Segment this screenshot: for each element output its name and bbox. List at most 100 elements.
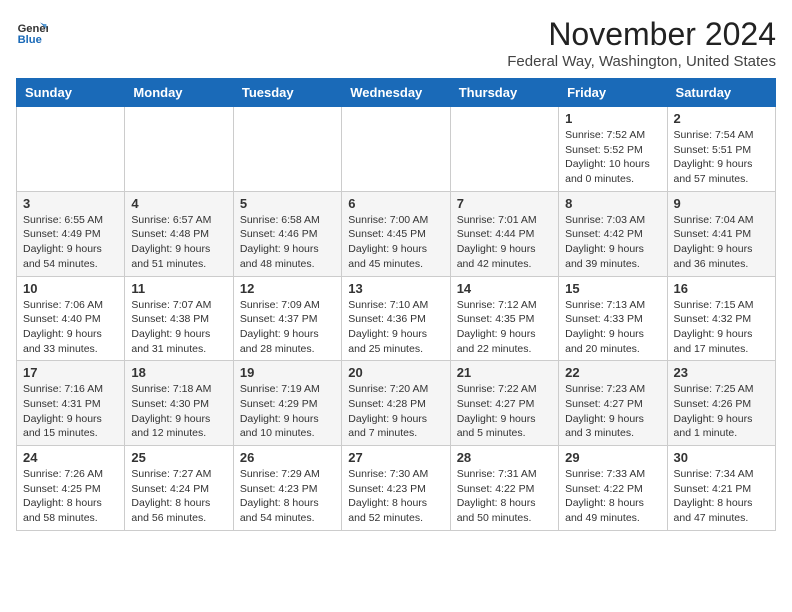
calendar-cell: 12 Sunrise: 7:09 AM Sunset: 4:37 PM Dayli… [233, 276, 341, 361]
calendar-week-row: 10 Sunrise: 7:06 AM Sunset: 4:40 PM Dayli… [17, 276, 776, 361]
day-info: Sunrise: 7:33 AM Sunset: 4:22 PM Dayligh… [565, 467, 660, 526]
day-number: 19 [240, 365, 335, 380]
day-info: Sunrise: 7:03 AM Sunset: 4:42 PM Dayligh… [565, 213, 660, 272]
calendar-cell: 11 Sunrise: 7:07 AM Sunset: 4:38 PM Dayli… [125, 276, 233, 361]
calendar-cell: 28 Sunrise: 7:31 AM Sunset: 4:22 PM Dayli… [450, 446, 558, 531]
calendar-week-row: 3Sunrise: 6:55 AM Sunset: 4:49 PM Daylig… [17, 191, 776, 276]
day-number: 4 [131, 196, 226, 211]
calendar-cell: 14 Sunrise: 7:12 AM Sunset: 4:35 PM Dayli… [450, 276, 558, 361]
weekday-header-row: SundayMondayTuesdayWednesdayThursdayFrid… [17, 79, 776, 107]
weekday-header-monday: Monday [125, 79, 233, 107]
day-number: 29 [565, 450, 660, 465]
day-number: 7 [457, 196, 552, 211]
day-number: 11 [131, 281, 226, 296]
calendar-cell [450, 107, 558, 192]
day-info: Sunrise: 6:58 AM Sunset: 4:46 PM Dayligh… [240, 213, 335, 272]
calendar-cell: 9Sunrise: 7:04 AM Sunset: 4:41 PM Daylig… [667, 191, 775, 276]
day-info: Sunrise: 7:19 AM Sunset: 4:29 PM Dayligh… [240, 382, 335, 441]
logo: General Blue [16, 16, 48, 48]
weekday-header-thursday: Thursday [450, 79, 558, 107]
day-number: 1 [565, 111, 660, 126]
day-number: 15 [565, 281, 660, 296]
calendar-cell: 26Sunrise: 7:29 AM Sunset: 4:23 PM Dayli… [233, 446, 341, 531]
calendar-cell: 23Sunrise: 7:25 AM Sunset: 4:26 PM Dayli… [667, 361, 775, 446]
calendar-cell: 3Sunrise: 6:55 AM Sunset: 4:49 PM Daylig… [17, 191, 125, 276]
title-block: November 2024 Federal Way, Washington, U… [507, 16, 776, 70]
day-info: Sunrise: 7:16 AM Sunset: 4:31 PM Dayligh… [23, 382, 118, 441]
day-info: Sunrise: 7:20 AM Sunset: 4:28 PM Dayligh… [348, 382, 443, 441]
logo-icon: General Blue [16, 16, 48, 48]
calendar-cell: 25Sunrise: 7:27 AM Sunset: 4:24 PM Dayli… [125, 446, 233, 531]
day-number: 16 [674, 281, 769, 296]
day-number: 22 [565, 365, 660, 380]
day-info: Sunrise: 7:18 AM Sunset: 4:30 PM Dayligh… [131, 382, 226, 441]
calendar-cell [17, 107, 125, 192]
day-number: 8 [565, 196, 660, 211]
location-subtitle: Federal Way, Washington, United States [507, 53, 776, 70]
day-info: Sunrise: 7:30 AM Sunset: 4:23 PM Dayligh… [348, 467, 443, 526]
day-info: Sunrise: 7:31 AM Sunset: 4:22 PM Dayligh… [457, 467, 552, 526]
weekday-header-wednesday: Wednesday [342, 79, 450, 107]
day-number: 18 [131, 365, 226, 380]
day-info: Sunrise: 7:07 AM Sunset: 4:38 PM Dayligh… [131, 298, 226, 357]
day-number: 24 [23, 450, 118, 465]
calendar-cell: 22 Sunrise: 7:23 AM Sunset: 4:27 PM Dayli… [559, 361, 667, 446]
calendar-cell: 13 Sunrise: 7:10 AM Sunset: 4:36 PM Dayli… [342, 276, 450, 361]
day-number: 3 [23, 196, 118, 211]
calendar-week-row: 17 Sunrise: 7:16 AM Sunset: 4:31 PM Dayli… [17, 361, 776, 446]
day-info: Sunrise: 7:22 AM Sunset: 4:27 PM Dayligh… [457, 382, 552, 441]
weekday-header-friday: Friday [559, 79, 667, 107]
calendar-cell: 24 Sunrise: 7:26 AM Sunset: 4:25 PM Dayli… [17, 446, 125, 531]
calendar-cell: 15 Sunrise: 7:13 AM Sunset: 4:33 PM Dayli… [559, 276, 667, 361]
day-info: Sunrise: 7:13 AM Sunset: 4:33 PM Dayligh… [565, 298, 660, 357]
page-header: General Blue November 2024 Federal Way, … [16, 16, 776, 70]
month-year-title: November 2024 [507, 16, 776, 53]
day-info: Sunrise: 7:34 AM Sunset: 4:21 PM Dayligh… [674, 467, 769, 526]
calendar-cell [125, 107, 233, 192]
day-number: 28 [457, 450, 552, 465]
weekday-header-tuesday: Tuesday [233, 79, 341, 107]
day-number: 26 [240, 450, 335, 465]
day-info: Sunrise: 7:00 AM Sunset: 4:45 PM Dayligh… [348, 213, 443, 272]
calendar-cell: 8 Sunrise: 7:03 AM Sunset: 4:42 PM Daylig… [559, 191, 667, 276]
day-number: 13 [348, 281, 443, 296]
day-number: 20 [348, 365, 443, 380]
calendar-cell: 5 Sunrise: 6:58 AM Sunset: 4:46 PM Daylig… [233, 191, 341, 276]
day-number: 14 [457, 281, 552, 296]
day-number: 6 [348, 196, 443, 211]
day-info: Sunrise: 6:57 AM Sunset: 4:48 PM Dayligh… [131, 213, 226, 272]
calendar-cell: 19 Sunrise: 7:19 AM Sunset: 4:29 PM Dayli… [233, 361, 341, 446]
day-number: 17 [23, 365, 118, 380]
calendar-cell: 18 Sunrise: 7:18 AM Sunset: 4:30 PM Dayli… [125, 361, 233, 446]
calendar-cell: 16Sunrise: 7:15 AM Sunset: 4:32 PM Dayli… [667, 276, 775, 361]
day-number: 23 [674, 365, 769, 380]
day-number: 5 [240, 196, 335, 211]
calendar-table: SundayMondayTuesdayWednesdayThursdayFrid… [16, 78, 776, 531]
day-number: 10 [23, 281, 118, 296]
day-info: Sunrise: 7:04 AM Sunset: 4:41 PM Dayligh… [674, 213, 769, 272]
day-info: Sunrise: 7:23 AM Sunset: 4:27 PM Dayligh… [565, 382, 660, 441]
day-info: Sunrise: 7:01 AM Sunset: 4:44 PM Dayligh… [457, 213, 552, 272]
calendar-cell: 30 Sunrise: 7:34 AM Sunset: 4:21 PM Dayli… [667, 446, 775, 531]
calendar-cell [342, 107, 450, 192]
day-info: Sunrise: 7:12 AM Sunset: 4:35 PM Dayligh… [457, 298, 552, 357]
calendar-week-row: 24 Sunrise: 7:26 AM Sunset: 4:25 PM Dayli… [17, 446, 776, 531]
day-info: Sunrise: 7:10 AM Sunset: 4:36 PM Dayligh… [348, 298, 443, 357]
day-number: 25 [131, 450, 226, 465]
day-number: 30 [674, 450, 769, 465]
day-info: Sunrise: 7:26 AM Sunset: 4:25 PM Dayligh… [23, 467, 118, 526]
day-info: Sunrise: 7:09 AM Sunset: 4:37 PM Dayligh… [240, 298, 335, 357]
calendar-cell: 2Sunrise: 7:54 AM Sunset: 5:51 PM Daylig… [667, 107, 775, 192]
calendar-cell: 20 Sunrise: 7:20 AM Sunset: 4:28 PM Dayli… [342, 361, 450, 446]
day-info: Sunrise: 7:54 AM Sunset: 5:51 PM Dayligh… [674, 128, 769, 187]
day-info: Sunrise: 7:52 AM Sunset: 5:52 PM Dayligh… [565, 128, 660, 187]
calendar-week-row: 1 Sunrise: 7:52 AM Sunset: 5:52 PM Daylig… [17, 107, 776, 192]
calendar-cell: 6 Sunrise: 7:00 AM Sunset: 4:45 PM Daylig… [342, 191, 450, 276]
calendar-cell: 27Sunrise: 7:30 AM Sunset: 4:23 PM Dayli… [342, 446, 450, 531]
calendar-cell: 17 Sunrise: 7:16 AM Sunset: 4:31 PM Dayli… [17, 361, 125, 446]
day-info: Sunrise: 7:06 AM Sunset: 4:40 PM Dayligh… [23, 298, 118, 357]
calendar-cell: 7 Sunrise: 7:01 AM Sunset: 4:44 PM Daylig… [450, 191, 558, 276]
calendar-cell: 10 Sunrise: 7:06 AM Sunset: 4:40 PM Dayli… [17, 276, 125, 361]
day-number: 12 [240, 281, 335, 296]
day-number: 21 [457, 365, 552, 380]
